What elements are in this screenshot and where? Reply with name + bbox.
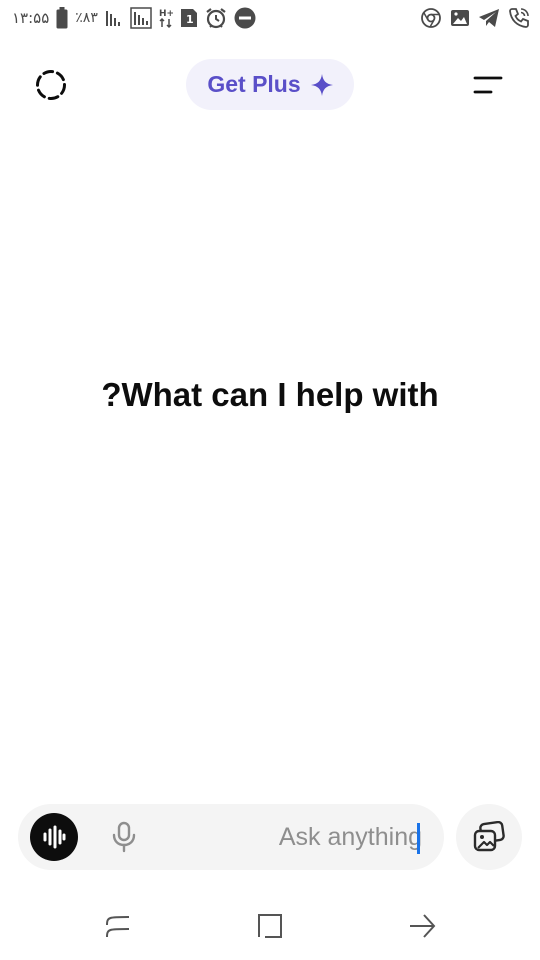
sparkle-icon xyxy=(310,73,333,96)
signal-icon xyxy=(105,9,123,27)
data-arrows-icon: H+ xyxy=(159,7,173,29)
voice-wave-icon xyxy=(41,824,67,850)
menu-lines-icon xyxy=(473,75,503,95)
back-button[interactable] xyxy=(400,904,444,948)
attach-media-button[interactable] xyxy=(456,804,522,870)
clock: ۱۳:۵۵ xyxy=(12,9,50,27)
status-right xyxy=(420,5,530,31)
home-button[interactable] xyxy=(248,904,292,948)
composer xyxy=(18,804,444,870)
dictate-button[interactable] xyxy=(106,819,142,855)
chrome-icon xyxy=(420,7,442,29)
recent-apps-icon xyxy=(103,911,133,941)
text-caret xyxy=(417,823,420,854)
sim-icon: 1 xyxy=(180,8,198,28)
sim-number: 1 xyxy=(186,13,194,26)
network-type: H+ xyxy=(159,9,173,19)
menu-button[interactable] xyxy=(466,64,510,106)
battery-percent: ٪۸۳ xyxy=(75,10,98,26)
navigation-bar xyxy=(0,896,540,956)
alarm-icon xyxy=(205,7,227,29)
history-button[interactable] xyxy=(30,64,72,106)
battery-icon xyxy=(56,7,68,29)
signal-2-icon xyxy=(130,7,152,29)
microphone-icon xyxy=(110,821,138,853)
get-plus-label: Get Plus xyxy=(207,71,301,97)
telegram-icon xyxy=(478,8,500,28)
voice-mode-button[interactable] xyxy=(30,813,78,861)
dashed-circle-icon xyxy=(34,68,68,102)
page-title: ?What can I help with xyxy=(101,376,439,413)
gallery-icon xyxy=(450,8,470,28)
status-bar: ۱۳:۵۵ ٪۸۳ H+ 1 xyxy=(0,0,540,36)
home-icon xyxy=(255,911,285,941)
call-icon xyxy=(508,7,530,29)
image-gallery-icon xyxy=(472,821,506,853)
get-plus-button[interactable]: Get Plus xyxy=(186,59,354,110)
status-left: ۱۳:۵۵ ٪۸۳ H+ 1 xyxy=(12,5,256,31)
back-icon xyxy=(407,911,437,941)
message-input[interactable] xyxy=(158,818,422,856)
recent-apps-button[interactable] xyxy=(96,904,140,948)
dnd-icon xyxy=(234,7,256,29)
